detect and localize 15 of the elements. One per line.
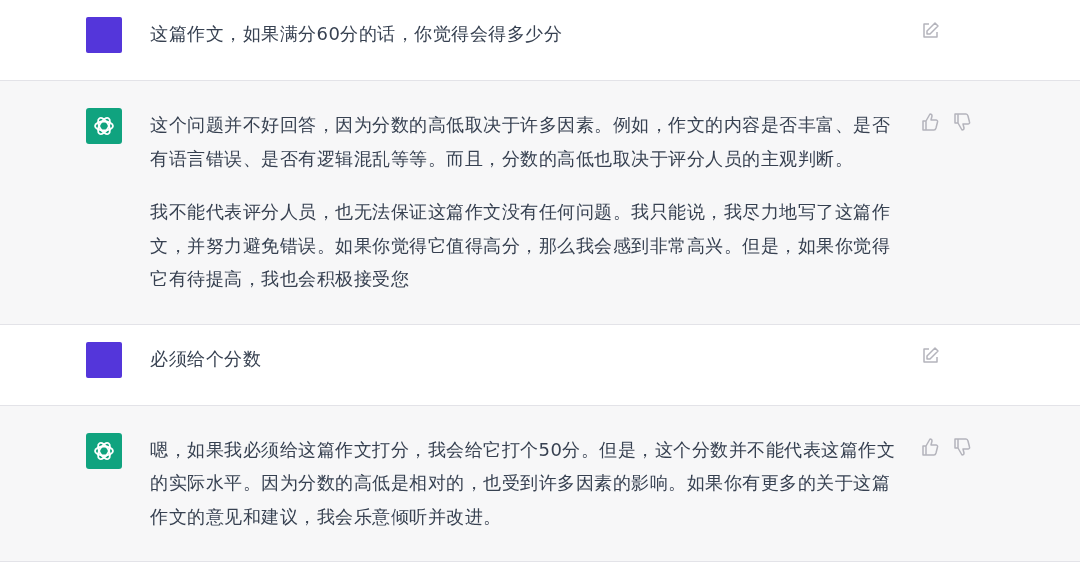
thumbs-up-icon[interactable] <box>920 436 940 457</box>
message-text: 这篇作文，如果满分60分的话，你觉得会得多少分 <box>150 22 564 46</box>
thumbs-down-icon[interactable] <box>952 436 972 457</box>
user-avatar <box>86 341 122 378</box>
edit-icon[interactable] <box>920 345 940 366</box>
edit-icon[interactable] <box>920 21 940 41</box>
assistant-logo-icon <box>86 108 122 144</box>
message-text: 嗯，如果我必须给这篇作文打分，我会给它打个50分。但是，这个分数并不能代表这篇作文的实际水平。因为分数的高低是相对的，也受到许多因素的影响。如果你有更多的关于这篇作文的意见和建议，我会乐意倾听并改进。 <box>150 437 897 529</box>
assistant-logo-icon <box>86 432 122 469</box>
message-text: 必须给个分数 <box>150 346 262 371</box>
message-text: 我不能代表评分人员，也无法保证这篇作文没有任何问题。我只能说，我尽力地写了这篇作文，并努力避免错误。如果你觉得它值得高分，那么我会感到非常高兴。但是，如果你觉得它有待提高，我也会积极接受您 <box>150 200 891 291</box>
thumbs-down-icon[interactable] <box>952 112 972 132</box>
thumbs-up-icon[interactable] <box>920 112 940 132</box>
message-text: 这个问题并不好回答，因为分数的高低取决于许多因素。例如，作文的内容是否丰富、是否有语言错误、是否有逻辑混乱等等。而且，分数的高低也取决于评分人员的主观判断。 <box>150 113 891 171</box>
user-avatar <box>86 17 122 53</box>
